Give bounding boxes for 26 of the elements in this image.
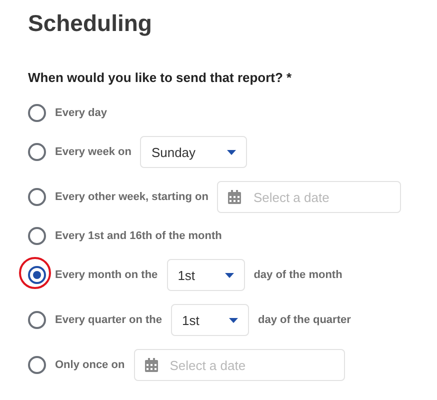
option-suffix: day of the quarter — [258, 314, 351, 326]
radio-button[interactable] — [28, 356, 46, 374]
option-label: Every week on — [55, 146, 132, 158]
caret-icon — [228, 318, 238, 322]
radio-button[interactable] — [28, 104, 46, 122]
option-label: Every month on the — [55, 269, 158, 281]
calendar-icon — [228, 190, 242, 204]
dropdown[interactable]: 1st — [170, 304, 249, 336]
option-label: Every 1st and 16th of the month — [55, 230, 222, 242]
option-label: Every other week, starting on — [55, 191, 208, 203]
question-label: When would you like to send that report? * — [28, 70, 293, 86]
option-suffix: day of the month — [254, 269, 342, 281]
radio-button[interactable] — [28, 227, 46, 245]
dropdown[interactable]: Sunday — [140, 136, 248, 168]
calendar-icon — [144, 358, 158, 372]
option-label: Every day — [55, 107, 107, 119]
dropdown[interactable]: 1st — [166, 259, 245, 291]
caret-icon — [224, 272, 234, 278]
radio-button[interactable] — [28, 266, 46, 284]
option-label: Only once on — [55, 359, 125, 371]
page-title: Scheduling — [28, 10, 153, 36]
radio-button[interactable] — [28, 188, 46, 206]
option-label: Every quarter on the — [55, 314, 162, 326]
radio-button[interactable] — [28, 311, 46, 329]
radio-button[interactable] — [28, 143, 46, 161]
caret-icon — [227, 150, 236, 154]
